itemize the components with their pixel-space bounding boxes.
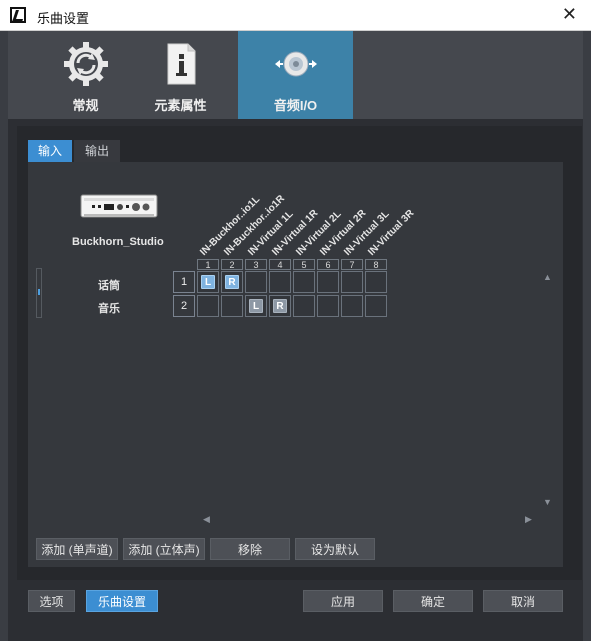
matrix-cell[interactable] xyxy=(293,295,315,317)
channel-right-badge: R xyxy=(225,275,239,289)
column-number: 5 xyxy=(293,259,315,270)
tab-input[interactable]: 输入 xyxy=(28,140,72,162)
tab-audio-io-label: 音频I/O xyxy=(273,98,318,113)
speaker-io-icon xyxy=(274,51,317,77)
settings-nav: 常规 元素属性 音频I/O xyxy=(8,31,583,119)
app-icon xyxy=(10,7,26,23)
matrix-cell[interactable] xyxy=(221,295,243,317)
channel-left-badge: L xyxy=(201,275,215,289)
tab-element-properties-label: 元素属性 xyxy=(154,98,207,113)
right-frame xyxy=(583,31,591,641)
column-number: 7 xyxy=(341,259,363,270)
scroll-up-icon[interactable]: ▲ xyxy=(543,272,552,282)
title-bar: 乐曲设置 ✕ xyxy=(0,0,591,31)
matrix-cell[interactable] xyxy=(365,295,387,317)
routing-matrix-area xyxy=(28,162,563,567)
set-default-button[interactable]: 设为默认 xyxy=(295,538,375,560)
row-number: 2 xyxy=(173,295,195,317)
column-number: 6 xyxy=(317,259,339,270)
scroll-down-icon[interactable]: ▼ xyxy=(543,497,552,507)
matrix-cell[interactable] xyxy=(317,295,339,317)
column-number: 2 xyxy=(221,259,243,270)
matrix-cell[interactable]: R xyxy=(269,295,291,317)
options-button[interactable]: 选项 xyxy=(28,590,75,612)
matrix-cell[interactable] xyxy=(197,295,219,317)
channel-right-badge: R xyxy=(273,299,287,313)
matrix-cell[interactable] xyxy=(293,271,315,293)
audio-interface-icon xyxy=(80,194,158,218)
column-number: 1 xyxy=(197,259,219,270)
add-stereo-button[interactable]: 添加 (立体声) xyxy=(123,538,205,560)
song-settings-button[interactable]: 乐曲设置 xyxy=(86,590,158,612)
scroll-thumb[interactable] xyxy=(38,289,40,295)
channel-left-badge: L xyxy=(249,299,263,313)
tab-output[interactable]: 输出 xyxy=(74,140,120,162)
apply-button[interactable]: 应用 xyxy=(303,590,383,612)
column-number: 4 xyxy=(269,259,291,270)
matrix-cell[interactable]: R xyxy=(221,271,243,293)
matrix-cell[interactable]: L xyxy=(245,295,267,317)
column-number: 3 xyxy=(245,259,267,270)
scroll-right-icon[interactable]: ▶ xyxy=(525,514,532,525)
refresh-gear-icon xyxy=(63,42,108,86)
scroll-left-icon[interactable]: ◀ xyxy=(203,514,210,525)
matrix-cell[interactable] xyxy=(245,271,267,293)
matrix-cell[interactable] xyxy=(365,271,387,293)
window-title: 乐曲设置 xyxy=(37,11,90,26)
add-mono-button[interactable]: 添加 (单声道) xyxy=(36,538,118,560)
matrix-cell[interactable] xyxy=(341,271,363,293)
tab-audio-io[interactable]: 音频I/O xyxy=(238,31,353,119)
tab-element-properties[interactable]: 元素属性 xyxy=(123,31,238,119)
close-icon[interactable]: ✕ xyxy=(562,4,577,25)
left-frame xyxy=(0,31,8,641)
matrix-cell[interactable] xyxy=(269,271,291,293)
matrix-cell[interactable] xyxy=(341,295,363,317)
matrix-cell[interactable] xyxy=(317,271,339,293)
document-info-icon xyxy=(167,43,195,85)
row-label-mic[interactable]: 话筒 xyxy=(98,277,120,293)
remove-button[interactable]: 移除 xyxy=(210,538,290,560)
row-scrollbar[interactable] xyxy=(36,268,42,318)
cancel-button[interactable]: 取消 xyxy=(483,590,563,612)
row-label-music[interactable]: 音乐 xyxy=(98,300,120,316)
column-number: 8 xyxy=(365,259,387,270)
matrix-cell[interactable]: L xyxy=(197,271,219,293)
row-number: 1 xyxy=(173,271,195,293)
ok-button[interactable]: 确定 xyxy=(393,590,473,612)
device-name: Buckhorn_Studio xyxy=(72,236,164,248)
